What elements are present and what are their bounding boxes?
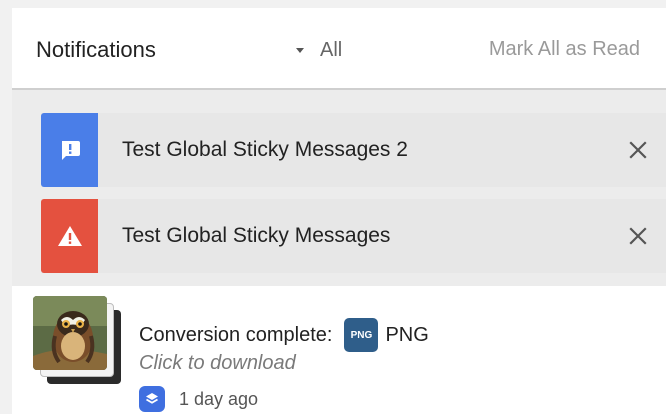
sticky-message-2: Test Global Sticky Messages: [41, 199, 666, 273]
png-file-icon: PNG: [344, 318, 379, 352]
layers-icon: [139, 386, 165, 412]
notifications-header: Notifications All Mark All as Read: [12, 8, 666, 90]
notification-meta: 1 day ago: [139, 386, 258, 412]
mark-all-read-button[interactable]: Mark All as Read: [489, 38, 640, 61]
message-alert-icon: [41, 113, 98, 187]
warning-icon: [41, 199, 98, 273]
filter-label: All: [320, 38, 343, 61]
close-icon[interactable]: [622, 220, 654, 252]
notification-title: Conversion complete: PNG PNG: [139, 318, 429, 352]
sticky-message-text: Test Global Sticky Messages 2: [122, 138, 408, 161]
notification-item[interactable]: Conversion complete: PNG PNG Click to do…: [12, 286, 666, 414]
format-label: PNG: [385, 323, 429, 346]
owl-photo-thumbnail: [33, 296, 107, 370]
caret-down-icon: [296, 47, 304, 53]
timestamp: 1 day ago: [179, 388, 259, 409]
notifications-panel: Notifications All Mark All as Read Test …: [12, 8, 666, 414]
panel-title: Notifications: [36, 37, 156, 62]
download-link[interactable]: Click to download: [139, 352, 296, 375]
image-thumbnail-stack[interactable]: [33, 296, 125, 388]
sticky-message-1: Test Global Sticky Messages 2: [41, 113, 666, 187]
close-icon[interactable]: [622, 134, 654, 166]
sticky-message-text: Test Global Sticky Messages: [122, 224, 391, 247]
notification-title-text: Conversion complete:: [139, 323, 333, 346]
filter-dropdown[interactable]: All: [296, 38, 342, 62]
